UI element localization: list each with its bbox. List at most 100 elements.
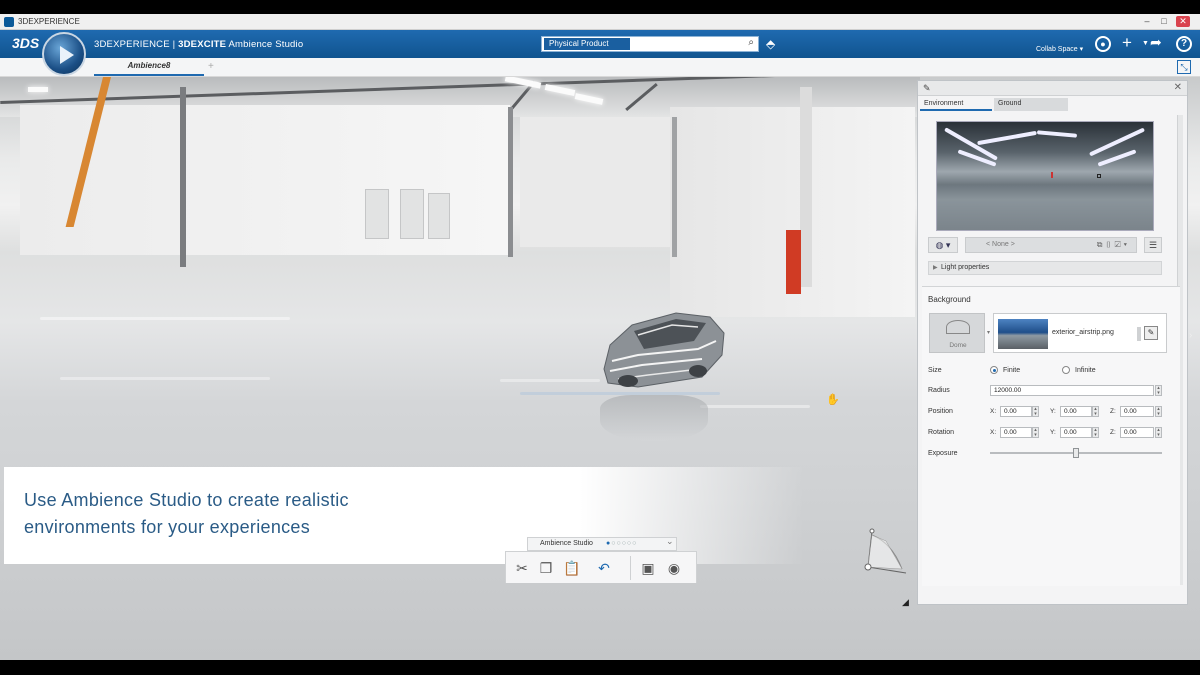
chevron-down-icon[interactable]: ⌄	[666, 536, 674, 547]
cut-icon[interactable]: ✂	[512, 558, 532, 578]
rotation-z-stepper[interactable]: ▴ ▾	[1155, 427, 1162, 438]
position-x-input[interactable]: 0.00	[1000, 406, 1032, 417]
rotation-label: Rotation	[928, 429, 955, 436]
maximize-button[interactable]: □	[1157, 16, 1171, 27]
radius-label: Radius	[928, 387, 950, 394]
fullscreen-icon[interactable]: ⤡	[1177, 60, 1191, 74]
radius-input[interactable]: 12000.00	[990, 385, 1154, 396]
toolbar-separator	[630, 556, 631, 580]
close-button[interactable]: ✕	[1176, 16, 1190, 27]
dome-icon	[946, 320, 970, 334]
door	[365, 189, 389, 239]
rotation-x-stepper[interactable]: ▴ ▾	[1032, 427, 1039, 438]
search-box: Physical Product ▼ ⌕	[541, 36, 1149, 52]
floor-reflection	[60, 377, 270, 380]
radius-stepper[interactable]: ▴ ▾	[1155, 385, 1162, 396]
material-icon[interactable]: ◉	[664, 558, 684, 578]
exposure-slider-handle[interactable]	[1073, 448, 1079, 458]
position-y-input[interactable]: 0.00	[1060, 406, 1092, 417]
share-icon[interactable]: ➦	[1150, 34, 1162, 51]
hdri-preview[interactable]	[936, 121, 1154, 231]
pencil-icon[interactable]: ✎	[923, 83, 931, 94]
door	[428, 193, 450, 239]
position-z-input[interactable]: 0.00	[1120, 406, 1154, 417]
window-title: 3DEXPERIENCE	[18, 17, 80, 26]
environment-selector[interactable]: < None > ⧉▯☑▾	[965, 237, 1137, 253]
rotation-y-stepper[interactable]: ▴ ▾	[1092, 427, 1099, 438]
environment-icon[interactable]: ▣	[638, 558, 658, 578]
floor-reflection	[520, 392, 720, 395]
size-label: Size	[928, 367, 942, 374]
copy-icon[interactable]: ❐	[536, 558, 556, 578]
search-icon[interactable]: ⌕	[748, 37, 754, 48]
dome-shape-button[interactable]: Dome	[929, 313, 985, 353]
chevron-right-icon[interactable]: ›	[1189, 330, 1199, 354]
chevron-down-icon[interactable]: ▾	[987, 329, 990, 336]
image-divider	[1137, 327, 1141, 341]
background-image-name: exterior_airstrip.png	[1052, 329, 1114, 336]
window-title-bar: 3DEXPERIENCE – □ ✕	[0, 14, 1200, 30]
paste-icon[interactable]: 📋	[562, 558, 582, 578]
axis-x-label: X:	[990, 429, 997, 436]
ambience-panel: ✎ ✕ Environment Ground ◍ ▾ < None > ⧉▯☑▾…	[917, 80, 1188, 605]
floor-reflection	[40, 317, 290, 320]
position-x-stepper[interactable]: ▴ ▾	[1032, 406, 1039, 417]
app-brand: 3DEXPERIENCE | 3DEXCITE Ambience Studio	[94, 39, 304, 50]
light-properties-section[interactable]: ▶ Light properties	[928, 261, 1162, 275]
action-bar-title[interactable]: Ambience Studio ●○○○○○	[527, 537, 677, 551]
floor-reflection	[500, 379, 600, 382]
app-icon	[4, 17, 14, 27]
compass-widget[interactable]	[42, 32, 86, 76]
axis-gizmo-icon[interactable]	[862, 527, 910, 579]
background-image-field[interactable]: exterior_airstrip.png ✎	[993, 313, 1167, 353]
search-input[interactable]	[634, 38, 734, 50]
background-title: Background	[928, 295, 971, 304]
rotation-z-input[interactable]: 0.00	[1120, 427, 1154, 438]
hdri-light	[1036, 130, 1078, 138]
red-extinguisher	[786, 230, 801, 294]
chevron-right-icon: ▶	[933, 265, 938, 271]
tagline-banner: Use Ambience Studio to create realistic …	[4, 467, 804, 564]
tag-icon[interactable]: ⬘	[766, 37, 775, 51]
page-dots[interactable]: ●○○○○○	[606, 538, 637, 550]
tab-ambience8[interactable]: Ambience8	[94, 58, 204, 76]
back-wall	[520, 117, 670, 247]
exposure-label: Exposure	[928, 450, 958, 457]
help-icon[interactable]: ?	[1176, 36, 1192, 52]
environment-type-button[interactable]: ◍ ▾	[928, 237, 958, 253]
hand-cursor-icon: ✋	[826, 394, 840, 406]
rotation-y-input[interactable]: 0.00	[1060, 427, 1092, 438]
add-tab-button[interactable]: +	[208, 61, 214, 72]
position-z-stepper[interactable]: ▴ ▾	[1155, 406, 1162, 417]
add-icon[interactable]: +	[1122, 33, 1132, 53]
environment-tools-icon[interactable]: ⧉▯☑▾	[1097, 238, 1130, 252]
ds-logo[interactable]: 3DS	[12, 35, 39, 51]
car-model[interactable]	[598, 311, 726, 391]
edit-image-icon[interactable]: ✎	[1144, 326, 1158, 340]
axis-z-label: Z:	[1110, 429, 1116, 436]
undo-icon[interactable]: ↶	[594, 558, 614, 578]
background-section: Background Dome ▾ exterior_airstrip.png …	[922, 286, 1180, 586]
size-infinite-radio[interactable]	[1062, 366, 1070, 374]
axis-y-label: Y:	[1050, 429, 1056, 436]
tab-environment[interactable]: Environment	[920, 98, 992, 111]
position-y-stepper[interactable]: ▴ ▾	[1092, 406, 1099, 417]
position-label: Position	[928, 408, 953, 415]
tab-ground[interactable]: Ground	[994, 98, 1068, 111]
user-icon[interactable]: ●	[1095, 36, 1111, 52]
close-icon[interactable]: ✕	[1174, 82, 1182, 93]
car-reflection	[600, 395, 708, 441]
hdri-marker	[1097, 174, 1101, 178]
floor-reflection	[700, 405, 810, 408]
exposure-slider[interactable]	[990, 448, 1162, 458]
size-finite-radio[interactable]	[990, 366, 998, 374]
list-icon[interactable]: ☰	[1144, 237, 1162, 253]
collab-space-selector[interactable]: Collab Space ▾	[1036, 45, 1083, 53]
search-scope-dropdown[interactable]: Physical Product ▼	[544, 38, 1149, 50]
rotation-x-input[interactable]: 0.00	[1000, 427, 1032, 438]
viewport-corner-icon: ◢	[902, 597, 909, 607]
background-thumbnail	[998, 319, 1048, 349]
app-window: 3DEXPERIENCE – □ ✕ 3DS 3DEXPERIENCE | 3D…	[0, 0, 1200, 675]
minimize-button[interactable]: –	[1140, 16, 1154, 27]
panel-header: ✎ ✕	[918, 81, 1187, 96]
